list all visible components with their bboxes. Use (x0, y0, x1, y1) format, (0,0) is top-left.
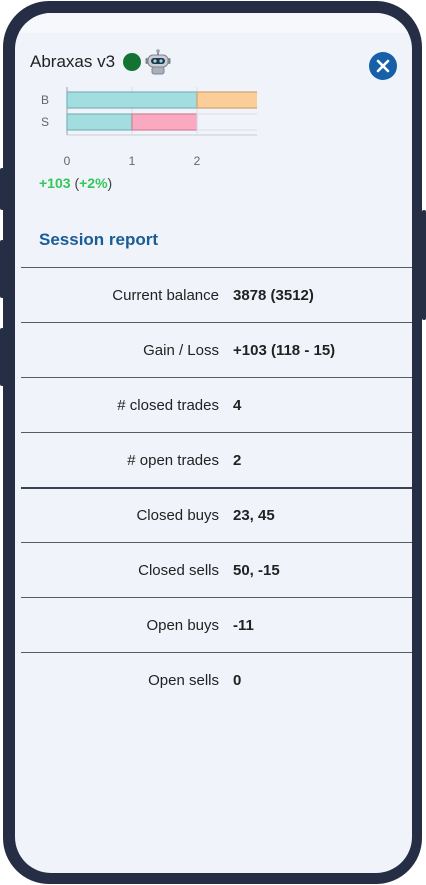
report-row-open-trades: # open trades 2 (21, 432, 412, 487)
row-value: 0 (233, 671, 242, 689)
header: Abraxas v3 (30, 49, 172, 75)
x-tick-label: 1 (129, 154, 136, 165)
row-label: Open sells (148, 671, 219, 689)
report-row-gain-loss: Gain / Loss +103 (118 - 15) (21, 322, 412, 377)
online-status-icon (123, 53, 142, 71)
side-button-right (422, 210, 426, 320)
pnl-percent: +2% (79, 175, 108, 191)
bar-empty (196, 113, 257, 131)
status-area (15, 13, 412, 33)
bar (66, 113, 133, 131)
x-tick-label: 0 (64, 154, 71, 165)
report-row-closed-sells: Closed sells 50, -15 (21, 542, 412, 597)
bar (196, 91, 257, 109)
row-label: # closed trades (117, 396, 219, 414)
pnl-close-paren: ) (107, 175, 113, 191)
row-value: -11 (233, 616, 254, 634)
row-label: # open trades (127, 451, 219, 469)
row-value: +103 (118 - 15) (233, 341, 336, 359)
row-value: 4 (233, 396, 242, 414)
row-label: Current balance (112, 286, 219, 304)
report-row-current-balance: Current balance 3878 (3512) (21, 267, 412, 322)
robot-icon (145, 49, 171, 75)
row-value: 3878 (3512) (233, 286, 314, 304)
row-label: Open buys (146, 616, 219, 634)
report-row-open-sells: Open sells 0 (21, 652, 412, 707)
report-row-closed-buys: Closed buys 23, 45 (21, 487, 412, 542)
phone-body: Abraxas v3 BS0123 +103 (+2% (3, 1, 422, 884)
bar (66, 91, 198, 109)
session-report-title: Session report (39, 230, 159, 249)
session-report-table: Current balance 3878 (3512) Gain / Loss … (21, 267, 412, 707)
row-label: Gain / Loss (143, 341, 219, 359)
position-chart: BS0123 (41, 87, 257, 165)
screen: Abraxas v3 BS0123 +103 (+2% (15, 13, 412, 873)
close-button[interactable] (369, 52, 397, 80)
category-label: B (41, 93, 49, 107)
bar (131, 113, 198, 131)
app-title: Abraxas v3 (30, 52, 116, 71)
x-tick-label: 2 (194, 154, 201, 165)
close-icon (376, 59, 390, 73)
pnl-value: +103 (39, 175, 71, 191)
row-value: 50, -15 (233, 561, 280, 579)
row-label: Closed sells (138, 561, 219, 579)
category-label: S (41, 115, 49, 129)
report-row-closed-trades: # closed trades 4 (21, 377, 412, 432)
report-row-open-buys: Open buys -11 (21, 597, 412, 652)
row-label: Closed buys (136, 507, 219, 524)
row-value: 23, 45 (233, 507, 275, 524)
pnl-summary: +103 (+2%) (39, 175, 112, 191)
row-value: 2 (233, 451, 242, 469)
